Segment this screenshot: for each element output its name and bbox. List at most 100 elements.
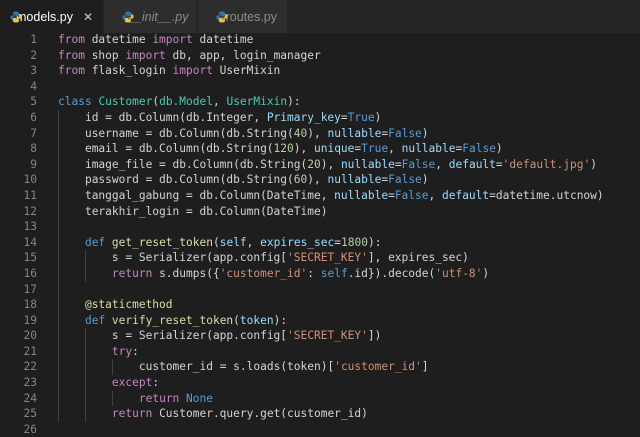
tab-models-py[interactable]: models.py ✕ <box>0 0 104 33</box>
code-token: db.Model <box>159 95 213 109</box>
code-token: default <box>441 188 490 202</box>
code-token: ) <box>374 110 382 124</box>
code-line: 1 from datetime import datetime <box>0 32 640 48</box>
indent-guide <box>58 187 59 204</box>
code-token: 20 <box>307 157 321 171</box>
code-line: 8 email = db.Column(db.String(120), uniqu… <box>0 141 640 157</box>
code-token: = <box>334 235 341 249</box>
tab-label: __init__.py <box>128 9 189 24</box>
code-token: False <box>462 142 496 156</box>
code-token: : <box>152 376 160 390</box>
line-number: 20 <box>23 329 37 343</box>
code-token: ( <box>233 313 240 327</box>
code-token: ), <box>307 173 328 187</box>
code-token: Customer.query.get(customer_id) <box>152 407 368 421</box>
code-token: False <box>388 126 422 140</box>
code-text: return None <box>139 391 213 407</box>
code-token: ) <box>421 126 429 140</box>
code-token: True <box>347 110 375 124</box>
indent-guide <box>58 172 59 188</box>
indent-guide <box>58 359 59 376</box>
code-text: tanggal_gabung = db.Column(DateTime, nul… <box>85 188 604 204</box>
code-text: from datetime import datetime <box>58 32 253 48</box>
code-token: ), <box>293 142 314 156</box>
code-token: ], expires_sec) <box>367 251 469 265</box>
code-token: 60 <box>293 173 308 187</box>
code-text: id = db.Column(db.Integer, Primary_key=T… <box>85 110 381 126</box>
code-token: ): <box>287 95 301 109</box>
code-text: from shop import db, app, login_manager <box>58 48 321 64</box>
indent-guide <box>58 343 59 360</box>
code-line: 16 return s.dumps({'customer_id': self.id… <box>0 265 640 282</box>
code-text: except: <box>112 375 159 391</box>
code-token: expires_sec <box>260 235 335 249</box>
code-token: nullable <box>401 142 456 156</box>
code-token: nullable <box>327 126 382 140</box>
indent-guide <box>58 328 59 344</box>
line-number: 9 <box>30 157 37 171</box>
code-text: def get_reset_token(self, expires_sec=18… <box>85 235 381 251</box>
code-token: image_file = db.Column(db.String( <box>84 157 308 171</box>
code-token: , <box>212 95 227 109</box>
line-number: 2 <box>30 48 37 62</box>
code-line: 24 return None <box>0 390 640 407</box>
tab-init-py[interactable]: __init__.py <box>104 0 198 33</box>
code-token: from <box>58 64 85 78</box>
code-token: = <box>388 188 395 202</box>
line-number: 7 <box>30 126 37 140</box>
code-token: False <box>388 173 422 187</box>
code-token: True <box>361 142 389 156</box>
code-token: tanggal_gabung = db.Column(DateTime, <box>84 188 335 202</box>
code-line: 12 terakhir_login = db.Column(DateTime) <box>0 203 640 220</box>
line-number: 3 <box>30 64 37 78</box>
code-token: verify_reset_token <box>111 313 234 327</box>
code-token: token <box>239 313 274 327</box>
code-text: try: <box>112 344 139 360</box>
code-token: terakhir_login = db.Column(DateTime) <box>84 204 328 218</box>
indent-guide <box>58 234 59 251</box>
code-text: def verify_reset_token(token): <box>85 313 287 329</box>
line-number: 14 <box>23 235 37 249</box>
code-token: def <box>84 235 106 249</box>
tab-label: routes.py <box>225 9 277 24</box>
indent-guide <box>58 281 59 298</box>
code-token: nullable <box>334 188 389 202</box>
code-token: nullable <box>340 157 395 171</box>
line-number: 12 <box>23 204 37 218</box>
tab-routes-py[interactable]: routes.py <box>198 0 288 33</box>
code-token: False <box>401 157 436 171</box>
code-token: s = Serializer(app.config[ <box>111 251 288 265</box>
code-token: db, app, login_manager <box>165 48 321 62</box>
code-text: customer_id = s.loads(token)['customer_i… <box>139 359 429 375</box>
code-text: from flask_login import UserMixin <box>58 63 280 79</box>
code-token: False <box>394 188 429 202</box>
indent-guide <box>84 375 86 391</box>
line-number: 25 <box>23 407 37 421</box>
code-token: None <box>186 391 213 405</box>
indent-guide <box>58 156 59 173</box>
code-token: flask_login <box>84 64 173 78</box>
code-editor[interactable]: 1 from datetime import datetime 2 from shop… <box>0 32 640 436</box>
code-text: class Customer(db.Model, UserMixin): <box>58 94 301 110</box>
close-icon[interactable]: ✕ <box>83 10 93 24</box>
code-token: ) <box>482 266 490 280</box>
tab-label: models.py <box>16 9 73 24</box>
indent-guide <box>58 109 59 126</box>
code-text: s = Serializer(app.config['SECRET_KEY'],… <box>112 250 469 266</box>
line-number: 8 <box>30 142 37 156</box>
code-token: 40 <box>293 126 308 140</box>
code-line: 6 id = db.Column(db.Integer, Primary_key=… <box>0 109 640 126</box>
code-token: def <box>84 313 106 327</box>
indent-guide <box>58 265 59 282</box>
code-token: unique <box>313 142 355 156</box>
code-token: customer_id = s.loads(token)[ <box>138 360 335 374</box>
code-token: ] <box>421 360 429 374</box>
code-text: image_file = db.Column(db.String(20), nu… <box>85 157 597 173</box>
code-token: : <box>307 266 321 280</box>
code-token: ]) <box>367 329 382 343</box>
indent-guide <box>84 359 86 376</box>
code-token: from <box>58 48 85 62</box>
code-line: 20 s = Serializer(app.config['SECRET_KEY'… <box>0 328 640 344</box>
indent-guide <box>58 390 59 407</box>
indent-guide <box>111 359 113 376</box>
